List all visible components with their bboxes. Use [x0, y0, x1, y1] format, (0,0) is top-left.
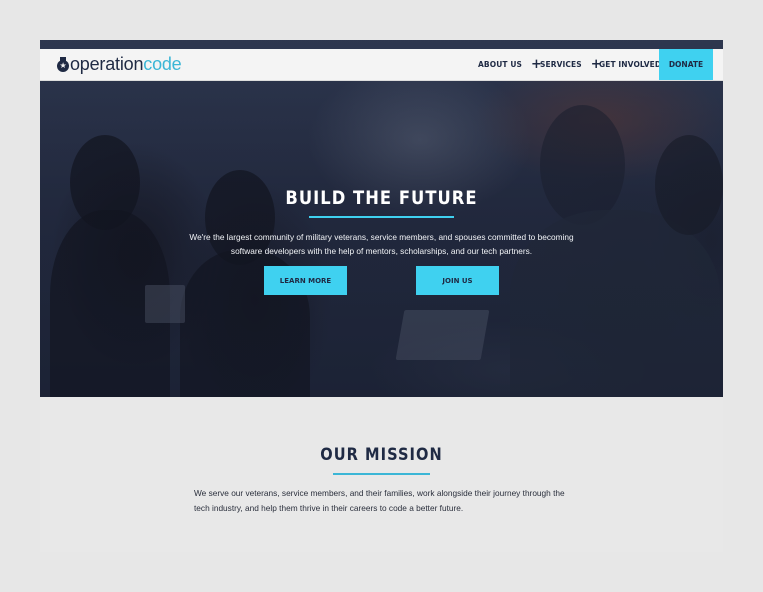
join-us-button[interactable]: JOIN US — [416, 266, 499, 295]
nav-about-us-label: ABOUT US — [478, 60, 523, 69]
nav-services-label: SERVICES — [540, 60, 582, 69]
hero-section: ★ operation code ABOUT US + SERVICES + GE… — [40, 40, 723, 397]
operation-code-logo[interactable]: ★ operation code — [57, 54, 182, 75]
donate-button[interactable]: DONATE — [659, 49, 713, 80]
mission-text: We serve our veterans, service members, … — [194, 488, 565, 513]
logo-text-code: code — [143, 54, 182, 74]
browser-viewport: ★ operation code ABOUT US + SERVICES + GE… — [40, 40, 723, 552]
hero-overlay — [40, 40, 723, 397]
mission-title-underline — [333, 473, 430, 475]
medal-icon: ★ — [57, 56, 69, 73]
hero-title: BUILD THE FUTURE — [285, 187, 478, 209]
nav-get-involved-label: GET INVOLVED — [599, 60, 662, 69]
learn-more-button[interactable]: LEARN MORE — [264, 266, 347, 295]
nav-services[interactable]: SERVICES + — [540, 49, 602, 80]
hero-title-underline — [309, 216, 454, 218]
nav-about-us[interactable]: ABOUT US + — [478, 49, 542, 80]
hero-subtitle: We're the largest community of military … — [189, 232, 574, 256]
logo-text-operation: operation — [70, 54, 144, 74]
top-navigation-bar: ★ operation code ABOUT US + SERVICES + GE… — [40, 49, 723, 81]
mission-title: OUR MISSION — [320, 445, 443, 465]
